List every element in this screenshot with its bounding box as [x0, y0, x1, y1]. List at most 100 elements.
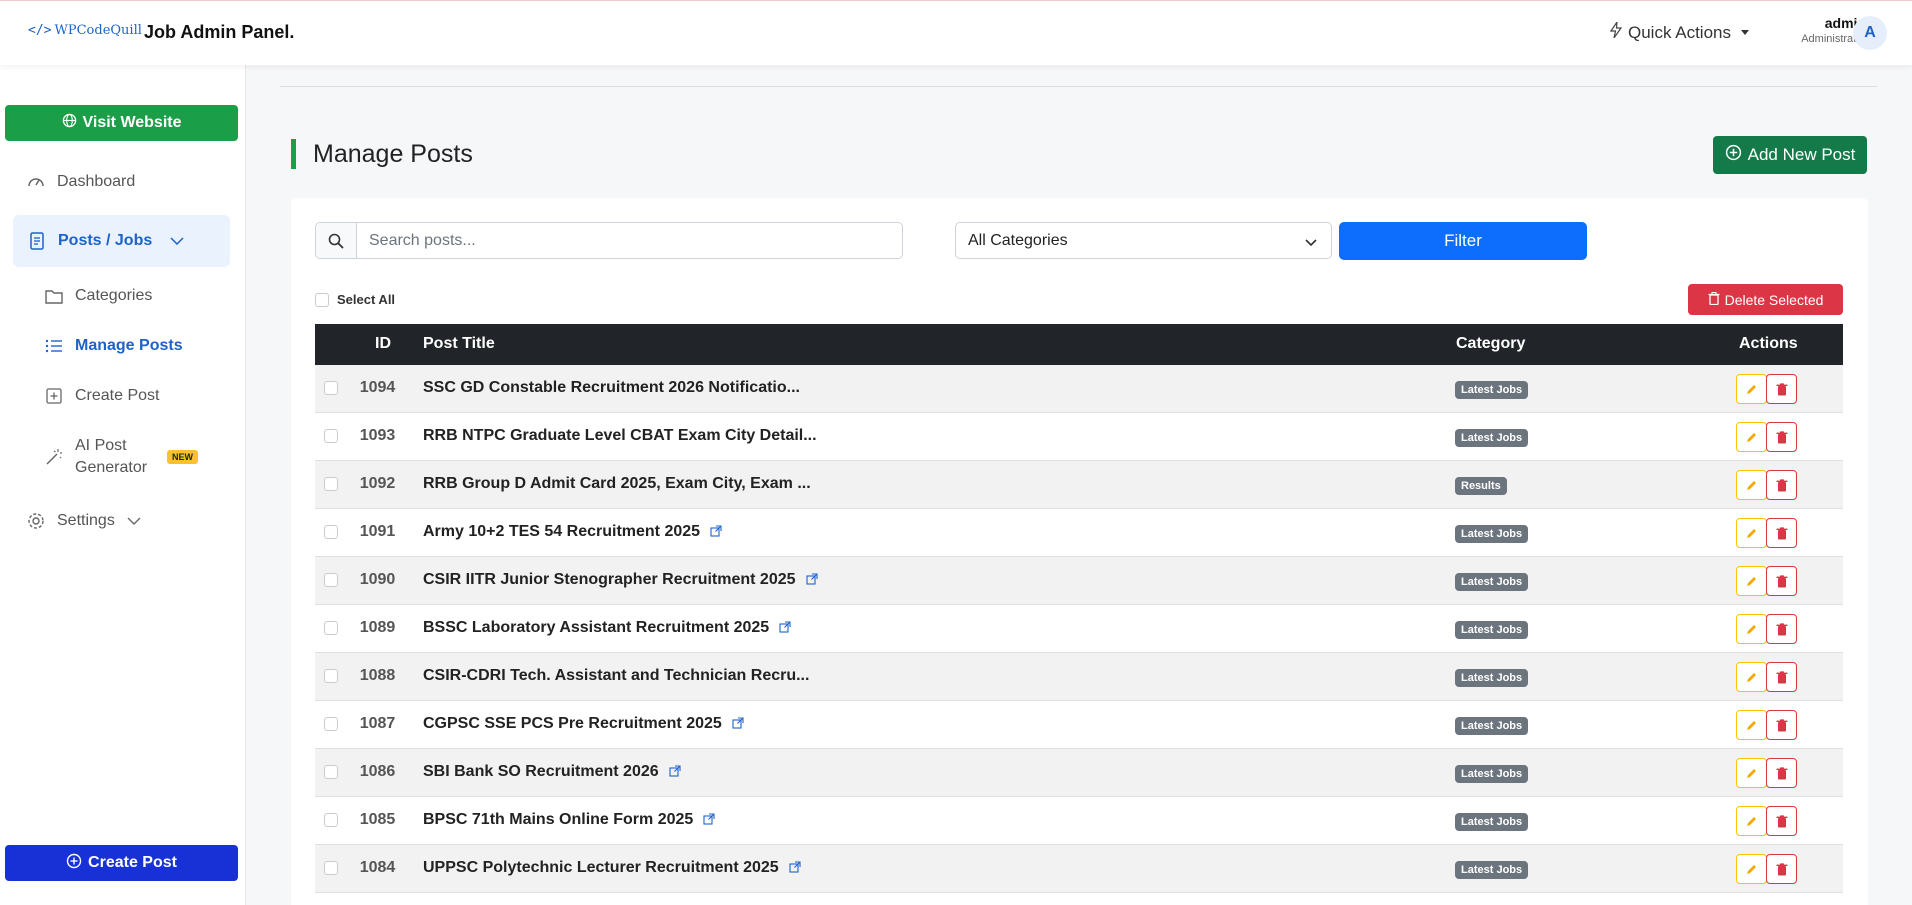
trash-icon: [1776, 478, 1787, 491]
sidebar: Visit Website Dashboard Posts / Jobs Cat…: [0, 65, 246, 905]
trash-icon: [1776, 766, 1787, 779]
post-title[interactable]: RRB NTPC Graduate Level CBAT Exam City D…: [423, 427, 817, 445]
post-title[interactable]: SBI Bank SO Recruitment 2026: [423, 763, 681, 781]
edit-button[interactable]: [1736, 566, 1767, 596]
external-link-icon[interactable]: [710, 524, 722, 540]
sidebar-item-label: Posts / Jobs: [58, 232, 153, 249]
edit-button[interactable]: [1736, 662, 1767, 692]
sidebar-item-dashboard[interactable]: Dashboard: [27, 173, 135, 191]
ai-post-label: AI Post Generator: [75, 437, 148, 476]
search-input[interactable]: [357, 223, 902, 258]
edit-button[interactable]: [1736, 710, 1767, 740]
trash-icon: [1776, 430, 1787, 443]
delete-button[interactable]: [1766, 422, 1797, 452]
delete-button[interactable]: [1766, 854, 1797, 884]
category-badge: Results: [1455, 477, 1507, 495]
chevron-down-icon: [127, 512, 141, 530]
external-link-icon[interactable]: [669, 764, 681, 780]
user-name: admin: [1824, 15, 1866, 31]
chevron-down-icon: [170, 232, 184, 250]
external-link-icon[interactable]: [805, 572, 818, 588]
delete-button[interactable]: [1766, 662, 1797, 692]
sidebar-item-create-post[interactable]: Create Post: [45, 387, 159, 405]
avatar[interactable]: A: [1853, 16, 1887, 50]
post-title[interactable]: CGPSC SSE PCS Pre Recruitment 2025: [423, 715, 744, 733]
filter-button[interactable]: Filter: [1339, 222, 1587, 260]
row-checkbox[interactable]: [324, 717, 338, 731]
post-title[interactable]: BPSC 71th Mains Online Form 2025: [423, 811, 715, 829]
visit-website-label: Visit Website: [82, 114, 182, 131]
edit-button[interactable]: [1736, 614, 1767, 644]
delete-button[interactable]: [1766, 806, 1797, 836]
select-all[interactable]: Select All: [315, 292, 395, 307]
edit-button[interactable]: [1736, 518, 1767, 548]
row-checkbox[interactable]: [324, 765, 338, 779]
user-info[interactable]: admin Administrator: [1764, 15, 1866, 45]
trash-icon: [1776, 574, 1787, 587]
table-row: 1092 RRB Group D Admit Card 2025, Exam C…: [315, 461, 1843, 509]
post-title[interactable]: BSSC Laboratory Assistant Recruitment 20…: [423, 619, 791, 637]
category-badge: Latest Jobs: [1455, 717, 1529, 735]
edit-button[interactable]: [1736, 854, 1767, 884]
table-row: 1094 SSC GD Constable Recruitment 2026 N…: [315, 365, 1843, 413]
category-badge: Latest Jobs: [1455, 669, 1529, 687]
edit-button[interactable]: [1736, 374, 1767, 404]
delete-button[interactable]: [1766, 614, 1797, 644]
logo[interactable]: </> WPCodeQuill: [28, 23, 142, 38]
quick-actions-dropdown[interactable]: Quick Actions: [1609, 21, 1749, 43]
search-icon: [316, 223, 357, 258]
trash-icon: [1776, 622, 1787, 635]
create-post-button[interactable]: Create Post: [5, 845, 238, 881]
row-checkbox[interactable]: [324, 429, 338, 443]
visit-website-button[interactable]: Visit Website: [5, 105, 238, 141]
row-checkbox[interactable]: [324, 861, 338, 875]
select-all-checkbox[interactable]: [315, 292, 329, 307]
edit-button[interactable]: [1736, 758, 1767, 788]
sidebar-item-ai-post-generator[interactable]: AI Post Generator NEW: [45, 435, 199, 479]
edit-button[interactable]: [1736, 422, 1767, 452]
trash-icon: [1776, 862, 1787, 875]
delete-button[interactable]: [1766, 518, 1797, 548]
row-checkbox[interactable]: [324, 381, 338, 395]
post-title[interactable]: Army 10+2 TES 54 Recruitment 2025: [423, 523, 722, 541]
delete-button[interactable]: [1766, 710, 1797, 740]
category-badge: Latest Jobs: [1455, 381, 1529, 399]
external-link-icon[interactable]: [779, 620, 791, 636]
post-title[interactable]: CSIR-CDRI Tech. Assistant and Technician…: [423, 667, 809, 685]
sidebar-item-manage-posts[interactable]: Manage Posts: [45, 337, 183, 355]
external-link-icon[interactable]: [703, 812, 715, 828]
external-link-icon[interactable]: [789, 860, 801, 876]
globe-icon: [62, 113, 77, 133]
post-title[interactable]: CSIR IITR Junior Stenographer Recruitmen…: [423, 571, 818, 589]
row-checkbox[interactable]: [324, 669, 338, 683]
edit-button[interactable]: [1736, 470, 1767, 500]
sidebar-item-settings[interactable]: Settings: [27, 512, 141, 530]
row-checkbox[interactable]: [324, 477, 338, 491]
delete-button[interactable]: [1766, 566, 1797, 596]
trash-icon: [1776, 382, 1787, 395]
add-new-post-button[interactable]: Add New Post: [1713, 136, 1867, 174]
post-id: 1085: [359, 811, 396, 828]
delete-button[interactable]: [1766, 470, 1797, 500]
category-badge: Latest Jobs: [1455, 573, 1529, 591]
pencil-icon: [1747, 720, 1756, 730]
sidebar-item-label: Create Post: [75, 387, 160, 404]
sidebar-item-categories[interactable]: Categories: [45, 287, 152, 305]
row-checkbox[interactable]: [324, 573, 338, 587]
category-select[interactable]: All Categories: [955, 222, 1332, 259]
category-badge: Latest Jobs: [1455, 861, 1529, 879]
delete-button[interactable]: [1766, 374, 1797, 404]
post-title[interactable]: RRB Group D Admit Card 2025, Exam City, …: [423, 475, 811, 493]
row-checkbox[interactable]: [324, 813, 338, 827]
row-checkbox[interactable]: [324, 621, 338, 635]
row-checkbox[interactable]: [324, 525, 338, 539]
brand-title: Job Admin Panel.: [144, 22, 295, 42]
post-title[interactable]: UPPSC Polytechnic Lecturer Recruitment 2…: [423, 859, 801, 877]
col-header-title: Post Title: [423, 335, 495, 352]
sidebar-item-posts-jobs[interactable]: Posts / Jobs: [13, 215, 230, 267]
post-title[interactable]: SSC GD Constable Recruitment 2026 Notifi…: [423, 379, 800, 397]
edit-button[interactable]: [1736, 806, 1767, 836]
external-link-icon[interactable]: [732, 716, 744, 732]
delete-button[interactable]: [1766, 758, 1797, 788]
delete-selected-button[interactable]: Delete Selected: [1688, 284, 1843, 315]
